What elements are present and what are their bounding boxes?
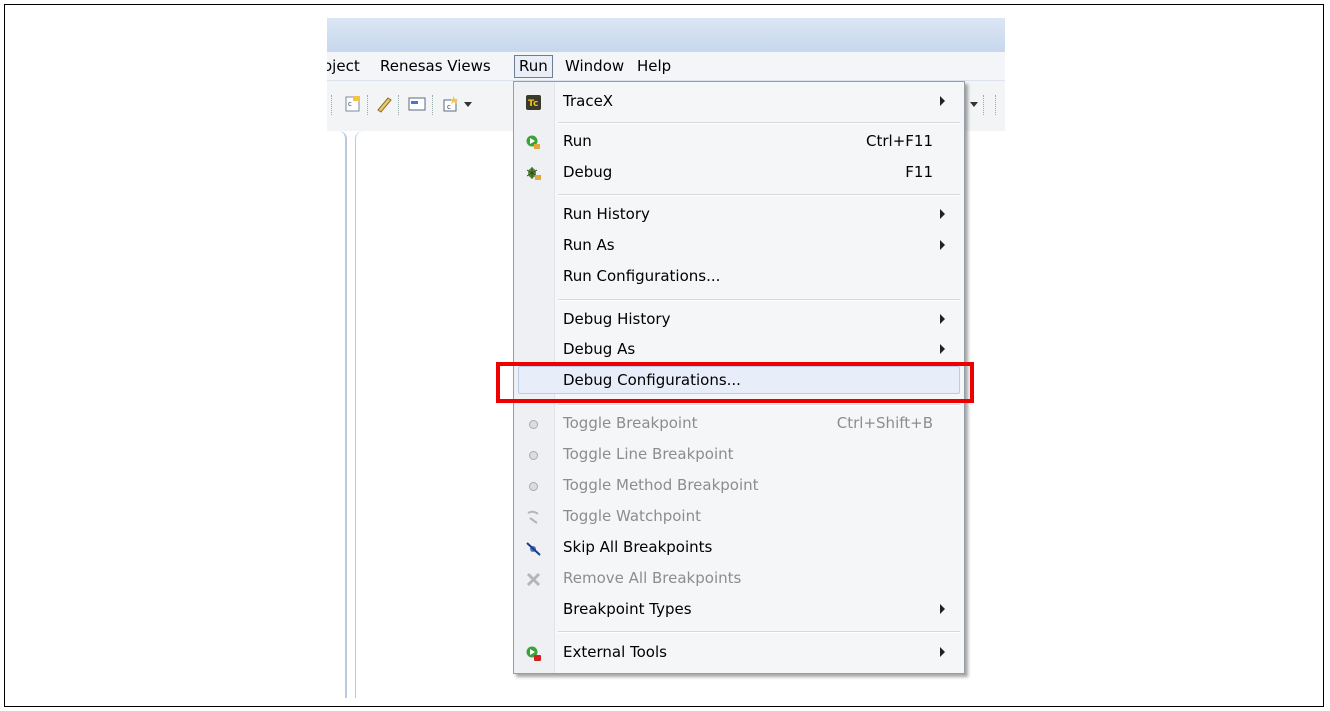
console-icon[interactable] bbox=[407, 94, 427, 114]
skip-breakpoints-icon bbox=[526, 542, 541, 556]
new-c-file-icon[interactable]: c bbox=[343, 94, 363, 114]
remove-breakpoints-icon bbox=[526, 572, 541, 587]
menu-item-label: Debug bbox=[563, 163, 613, 181]
menu-item-label: TraceX bbox=[563, 92, 614, 110]
menu-item-tracex[interactable]: Tc TraceX bbox=[514, 87, 964, 117]
menu-item-run-configurations[interactable]: Run Configurations... bbox=[514, 262, 964, 292]
menu-project[interactable]: oject bbox=[327, 56, 364, 77]
submenu-arrow-icon bbox=[940, 96, 945, 106]
menu-item-run-as[interactable]: Run As bbox=[514, 231, 964, 261]
menu-item-toggle-breakpoint[interactable]: Toggle Breakpoint Ctrl+Shift+B bbox=[514, 409, 964, 439]
svg-text:c: c bbox=[348, 100, 352, 108]
menu-item-run[interactable]: Run Ctrl+F11 bbox=[514, 127, 964, 157]
menu-item-label: Breakpoint Types bbox=[563, 600, 692, 618]
menu-item-toggle-method-breakpoint[interactable]: Toggle Method Breakpoint bbox=[514, 471, 964, 501]
toolbar-separator bbox=[398, 95, 401, 115]
menu-item-label: Run bbox=[563, 132, 592, 150]
menu-window[interactable]: Window bbox=[561, 56, 628, 77]
menu-item-label: Run As bbox=[563, 236, 615, 254]
menu-separator bbox=[558, 631, 960, 633]
submenu-arrow-icon bbox=[940, 344, 945, 354]
menu-item-debug-history[interactable]: Debug History bbox=[514, 305, 964, 335]
menu-item-label: Toggle Breakpoint bbox=[563, 414, 698, 432]
debug-icon bbox=[526, 167, 541, 180]
menu-separator bbox=[558, 122, 960, 124]
pencil-icon[interactable] bbox=[374, 94, 394, 114]
menu-item-debug[interactable]: Debug F11 bbox=[514, 158, 964, 188]
shortcut-label: Ctrl+F11 bbox=[866, 132, 933, 150]
menu-item-label: Toggle Line Breakpoint bbox=[563, 445, 734, 463]
menu-separator bbox=[558, 194, 960, 196]
toolbar-separator bbox=[983, 95, 986, 115]
submenu-arrow-icon bbox=[940, 314, 945, 324]
run-icon bbox=[526, 135, 540, 149]
menu-item-toggle-watchpoint[interactable]: Toggle Watchpoint bbox=[514, 502, 964, 532]
toolbar-separator bbox=[995, 95, 998, 115]
menu-item-external-tools[interactable]: External Tools bbox=[514, 638, 964, 668]
submenu-arrow-icon bbox=[940, 209, 945, 219]
menu-item-label: Toggle Watchpoint bbox=[563, 507, 701, 525]
line-breakpoint-icon bbox=[529, 451, 538, 460]
toolbar-separator bbox=[432, 95, 435, 115]
submenu-arrow-icon bbox=[940, 647, 945, 657]
dropdown-arrow-icon[interactable] bbox=[464, 102, 472, 108]
svg-text:c: c bbox=[447, 103, 451, 111]
menu-item-run-history[interactable]: Run History bbox=[514, 200, 964, 230]
submenu-arrow-icon bbox=[940, 604, 945, 614]
menu-bar: oject Renesas Views Run Window Help bbox=[327, 52, 1005, 81]
submenu-arrow-icon bbox=[940, 240, 945, 250]
dropdown-arrow-icon[interactable] bbox=[970, 102, 978, 108]
menu-separator bbox=[558, 299, 960, 301]
external-tools-icon bbox=[526, 646, 541, 661]
method-breakpoint-icon bbox=[529, 482, 538, 491]
left-view-panel bbox=[327, 131, 347, 698]
breakpoint-icon bbox=[529, 420, 538, 429]
menu-item-toggle-line-breakpoint[interactable]: Toggle Line Breakpoint bbox=[514, 440, 964, 470]
toolbar-separator bbox=[367, 95, 370, 115]
menu-help[interactable]: Help bbox=[633, 56, 675, 77]
menu-item-label: Remove All Breakpoints bbox=[563, 569, 742, 587]
menu-item-label: External Tools bbox=[563, 643, 667, 661]
menu-item-skip-all-breakpoints[interactable]: Skip All Breakpoints bbox=[514, 533, 964, 563]
shortcut-label: F11 bbox=[905, 163, 933, 181]
tracex-icon: Tc bbox=[526, 95, 541, 110]
menu-separator bbox=[558, 404, 960, 406]
menu-item-debug-as[interactable]: Debug As bbox=[514, 335, 964, 365]
shortcut-label: Ctrl+Shift+B bbox=[836, 414, 933, 432]
title-bar bbox=[327, 18, 1005, 52]
highlight-annotation-box bbox=[496, 362, 974, 403]
toolbar-separator bbox=[331, 95, 334, 115]
svg-text:Tc: Tc bbox=[528, 99, 538, 109]
menu-item-label: Skip All Breakpoints bbox=[563, 538, 713, 556]
menu-run[interactable]: Run bbox=[514, 55, 553, 78]
menu-item-label: Debug As bbox=[563, 340, 636, 358]
menu-item-label: Run Configurations... bbox=[563, 267, 721, 285]
menu-item-breakpoint-types[interactable]: Breakpoint Types bbox=[514, 595, 964, 625]
new-project-icon[interactable]: c bbox=[441, 94, 461, 114]
menu-item-label: Debug History bbox=[563, 310, 671, 328]
menu-renesas-views[interactable]: Renesas Views bbox=[376, 56, 495, 77]
watchpoint-icon bbox=[527, 510, 539, 524]
menu-item-remove-all-breakpoints[interactable]: Remove All Breakpoints bbox=[514, 564, 964, 594]
menu-item-label: Toggle Method Breakpoint bbox=[563, 476, 759, 494]
menu-item-label: Run History bbox=[563, 205, 650, 223]
